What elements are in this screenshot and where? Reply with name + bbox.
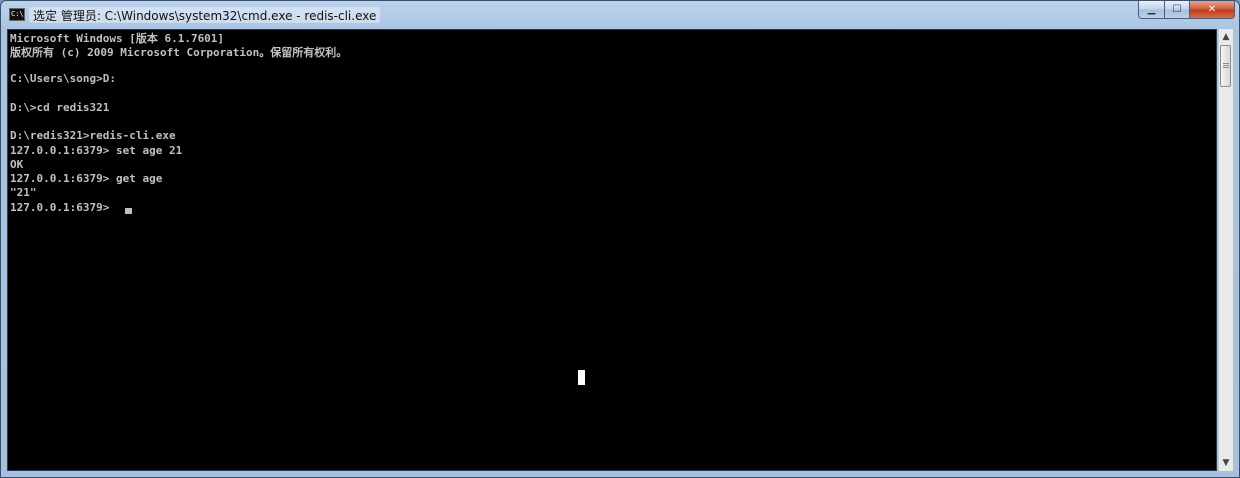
console-prompt-line: 127.0.0.1:6379> (10, 201, 116, 214)
console-line: D:\>cd redis321 (10, 101, 110, 114)
console-line: C:\Users\song>D: (10, 72, 116, 85)
maximize-button[interactable]: ☐ (1165, 1, 1190, 19)
title-bar[interactable]: C:\ 选定 管理员: C:\Windows\system32\cmd.exe … (1, 1, 1239, 28)
vertical-scrollbar[interactable]: ▲ ▼ (1218, 29, 1233, 471)
window-title: 选定 管理员: C:\Windows\system32\cmd.exe - re… (29, 7, 381, 23)
console-line: OK (10, 158, 24, 171)
grip-line (1223, 65, 1229, 66)
scroll-down-arrow-icon[interactable]: ▼ (1219, 455, 1233, 471)
cmd-icon[interactable]: C:\ (9, 8, 25, 21)
console-line: 127.0.0.1:6379> get age (10, 172, 163, 185)
text-cursor (125, 208, 132, 214)
close-button[interactable]: ✕ (1190, 1, 1235, 19)
console-output[interactable]: Microsoft Windows [版本 6.1.7601] 版权所有 (c)… (7, 29, 1217, 471)
minimize-button[interactable]: ▁ (1138, 1, 1165, 19)
console-line: D:\redis321>redis-cli.exe (10, 129, 176, 142)
scroll-up-arrow-icon[interactable]: ▲ (1219, 29, 1233, 45)
grip-line (1223, 67, 1229, 68)
console-line: 127.0.0.1:6379> set age 21 (10, 144, 183, 157)
grip-line (1223, 63, 1229, 64)
close-icon: ✕ (1207, 4, 1217, 15)
minimize-icon: ▁ (1147, 4, 1156, 15)
scroll-thumb[interactable] (1220, 45, 1231, 87)
console-line: 版权所有 (c) 2009 Microsoft Corporation。保留所有… (10, 46, 348, 59)
cmd-window: C:\ 选定 管理员: C:\Windows\system32\cmd.exe … (0, 0, 1240, 478)
mouse-ibeam-cursor (578, 370, 585, 385)
console-line: "21" (10, 186, 37, 199)
console-line: Microsoft Windows [版本 6.1.7601] (10, 32, 225, 45)
maximize-icon: ☐ (1172, 4, 1182, 15)
caption-buttons: ▁ ☐ ✕ (1138, 1, 1235, 20)
